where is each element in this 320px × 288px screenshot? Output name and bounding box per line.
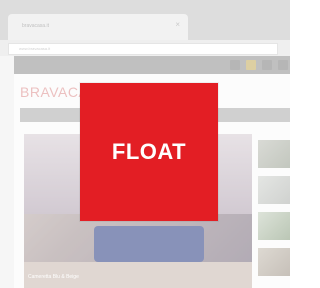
thumbnail[interactable]: [258, 140, 290, 168]
browser-tab[interactable]: bravacasa.it ×: [8, 14, 188, 40]
browser-tab-title: bravacasa.it: [22, 23, 49, 29]
float-badge[interactable]: FLOAT: [80, 83, 218, 221]
hero-caption: Cameretta Blu & Beige: [28, 274, 79, 280]
browser-window: bravacasa.it × www.bravacasa.it BRAVACAS…: [0, 0, 290, 288]
topbar-icon[interactable]: [262, 60, 272, 70]
thumbnail[interactable]: [258, 212, 290, 240]
topbar-icon[interactable]: [230, 60, 240, 70]
site-topbar: [14, 56, 290, 74]
float-label: FLOAT: [111, 139, 187, 164]
browser-titlebar: bravacasa.it ×: [0, 0, 290, 40]
topbar-icon[interactable]: [246, 60, 256, 70]
url-input[interactable]: www.bravacasa.it: [8, 43, 278, 55]
address-bar: www.bravacasa.it: [0, 40, 290, 56]
thumbnail[interactable]: [258, 248, 290, 276]
close-icon[interactable]: ×: [175, 21, 180, 29]
thumbnail[interactable]: [258, 176, 290, 204]
hero-sofa: [94, 226, 204, 262]
url-text: www.bravacasa.it: [19, 46, 51, 51]
topbar-icon[interactable]: [278, 60, 288, 70]
